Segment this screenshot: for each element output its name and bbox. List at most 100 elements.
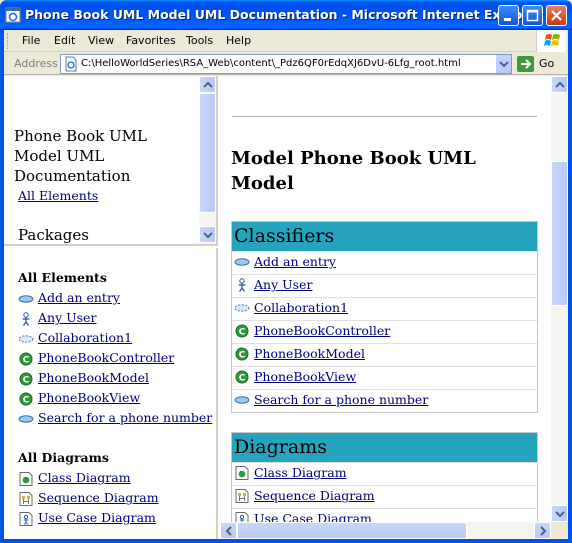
diagrams-section: Diagrams Class Diagram Sequence Diagram Us… xyxy=(231,432,538,532)
link-collaboration1[interactable]: Collaboration1 xyxy=(254,300,348,315)
windows-logo xyxy=(536,30,566,52)
address-label: Address xyxy=(14,57,58,70)
menu-view[interactable]: View xyxy=(88,34,114,47)
page-content: Phone Book UML Model UML Documentation A… xyxy=(4,76,568,539)
scroll-down-button[interactable] xyxy=(551,505,568,522)
doc-title: Phone Book UML Model UML Documentation xyxy=(14,127,147,185)
navigation-frame: Phone Book UML Model UML Documentation A… xyxy=(4,76,218,246)
ie-icon xyxy=(5,7,21,23)
svg-text:C: C xyxy=(23,376,30,386)
title-bar[interactable]: Phone Book UML Model UML Documentation -… xyxy=(0,0,572,30)
minimize-button[interactable] xyxy=(498,5,519,26)
link-class-diagram[interactable]: Class Diagram xyxy=(38,470,131,485)
use-case-diagram-icon xyxy=(18,512,34,526)
main-frame-vertical-scrollbar[interactable] xyxy=(551,76,568,522)
section-row-collaboration1: Collaboration1 xyxy=(232,297,537,320)
section-row-phonebookmodel: C PhoneBookModel xyxy=(232,343,537,366)
diagrams-heading: Diagrams xyxy=(232,433,537,462)
link-any-user[interactable]: Any User xyxy=(38,310,96,325)
arrow-left-icon xyxy=(225,526,232,536)
address-url: C:\HelloWorldSeries\RSA_Web\content\_Pdz… xyxy=(81,58,461,69)
link-sequence-diagram[interactable]: Sequence Diagram xyxy=(254,488,375,503)
class-icon: C xyxy=(18,352,34,366)
actor-icon xyxy=(234,278,250,292)
menu-favorites[interactable]: Favorites xyxy=(126,34,176,47)
close-button[interactable] xyxy=(546,5,567,26)
nav-frame-scrollbar[interactable] xyxy=(199,76,216,244)
main-frame-horizontal-scrollbar[interactable] xyxy=(220,522,551,539)
svg-text:C: C xyxy=(239,351,246,361)
link-phonebookview[interactable]: PhoneBookView xyxy=(254,369,356,384)
class-icon: C xyxy=(234,324,250,338)
link-use-case-diagram[interactable]: Use Case Diagram xyxy=(38,510,156,525)
elements-frame: All Elements Add an entry Any User Collabo… xyxy=(4,248,218,539)
use-case-icon xyxy=(234,393,250,407)
link-phonebookcontroller[interactable]: PhoneBookController xyxy=(38,350,174,365)
use-case-icon xyxy=(18,412,34,426)
go-button[interactable]: Go xyxy=(516,55,566,73)
address-input[interactable]: C:\HelloWorldSeries\RSA_Web\content\_Pdz… xyxy=(60,54,512,74)
section-row-sequence-diagram: Sequence Diagram xyxy=(232,485,537,508)
link-any-user[interactable]: Any User xyxy=(254,277,312,292)
window-title: Phone Book UML Model UML Documentation -… xyxy=(25,7,544,22)
class-diagram-icon xyxy=(18,472,34,486)
class-icon: C xyxy=(18,372,34,386)
link-phonebookcontroller[interactable]: PhoneBookController xyxy=(254,323,390,338)
scroll-up-button[interactable] xyxy=(199,76,216,93)
maximize-button[interactable] xyxy=(522,5,543,26)
arrow-up-icon xyxy=(555,81,565,88)
scroll-thumb[interactable] xyxy=(237,522,467,539)
section-row-any-user: Any User xyxy=(232,274,537,297)
browser-window: Phone Book UML Model UML Documentation -… xyxy=(0,0,572,543)
address-dropdown-button[interactable] xyxy=(495,55,511,73)
windows-flag-icon xyxy=(544,34,560,46)
scroll-up-button[interactable] xyxy=(551,76,568,93)
classifiers-heading: Classifiers xyxy=(232,222,537,251)
use-case-icon xyxy=(18,292,34,306)
scroll-left-button[interactable] xyxy=(220,522,237,539)
divider xyxy=(232,116,537,117)
main-frame: Model Phone Book UML Model Classifiers A… xyxy=(220,76,568,539)
section-row-phonebookcontroller: C PhoneBookController xyxy=(232,320,537,343)
section-row-phonebookview: C PhoneBookView xyxy=(232,366,537,389)
link-search-for-a-phone-number[interactable]: Search for a phone number xyxy=(254,392,428,407)
address-bar: Address C:\HelloWorldSeries\RSA_Web\cont… xyxy=(4,53,568,75)
link-add-an-entry[interactable]: Add an entry xyxy=(38,290,120,305)
menu-tools[interactable]: Tools xyxy=(186,34,213,47)
all-elements-link[interactable]: All Elements xyxy=(18,188,98,203)
scroll-thumb[interactable] xyxy=(199,93,216,213)
arrow-right-icon xyxy=(540,526,547,536)
menu-grip xyxy=(7,33,10,49)
close-icon xyxy=(551,10,562,21)
link-class-diagram[interactable]: Class Diagram xyxy=(254,465,347,480)
menu-help[interactable]: Help xyxy=(226,34,251,47)
go-label: Go xyxy=(539,57,555,70)
collaboration-icon xyxy=(234,301,250,315)
scrollbar-corner xyxy=(551,522,568,539)
arrow-down-icon xyxy=(555,511,565,518)
sequence-diagram-icon xyxy=(234,489,250,503)
link-phonebookview[interactable]: PhoneBookView xyxy=(38,390,140,405)
scroll-down-button[interactable] xyxy=(199,226,216,243)
minimize-icon xyxy=(504,18,511,21)
link-search-for-a-phone-number[interactable]: Search for a phone number xyxy=(38,410,212,425)
link-phonebookmodel[interactable]: PhoneBookModel xyxy=(38,370,149,385)
section-row-add-an-entry: Add an entry xyxy=(232,251,537,274)
classifiers-section: Classifiers Add an entry Any User Collabor… xyxy=(231,221,538,413)
section-row-search-for-a-phone-number: Search for a phone number xyxy=(232,389,537,412)
page-icon xyxy=(65,56,77,72)
arrow-up-icon xyxy=(203,81,213,88)
scroll-right-button[interactable] xyxy=(534,522,551,539)
link-collaboration1[interactable]: Collaboration1 xyxy=(38,330,132,345)
collaboration-icon xyxy=(18,332,34,346)
class-icon: C xyxy=(234,347,250,361)
class-icon: C xyxy=(234,370,250,384)
class-diagram-icon xyxy=(234,466,250,480)
menu-edit[interactable]: Edit xyxy=(54,34,75,47)
scroll-thumb[interactable] xyxy=(551,161,568,306)
link-sequence-diagram[interactable]: Sequence Diagram xyxy=(38,490,159,505)
menu-file[interactable]: File xyxy=(22,34,40,47)
link-phonebookmodel[interactable]: PhoneBookModel xyxy=(254,346,365,361)
link-add-an-entry[interactable]: Add an entry xyxy=(254,254,336,269)
use-case-icon xyxy=(234,255,250,269)
